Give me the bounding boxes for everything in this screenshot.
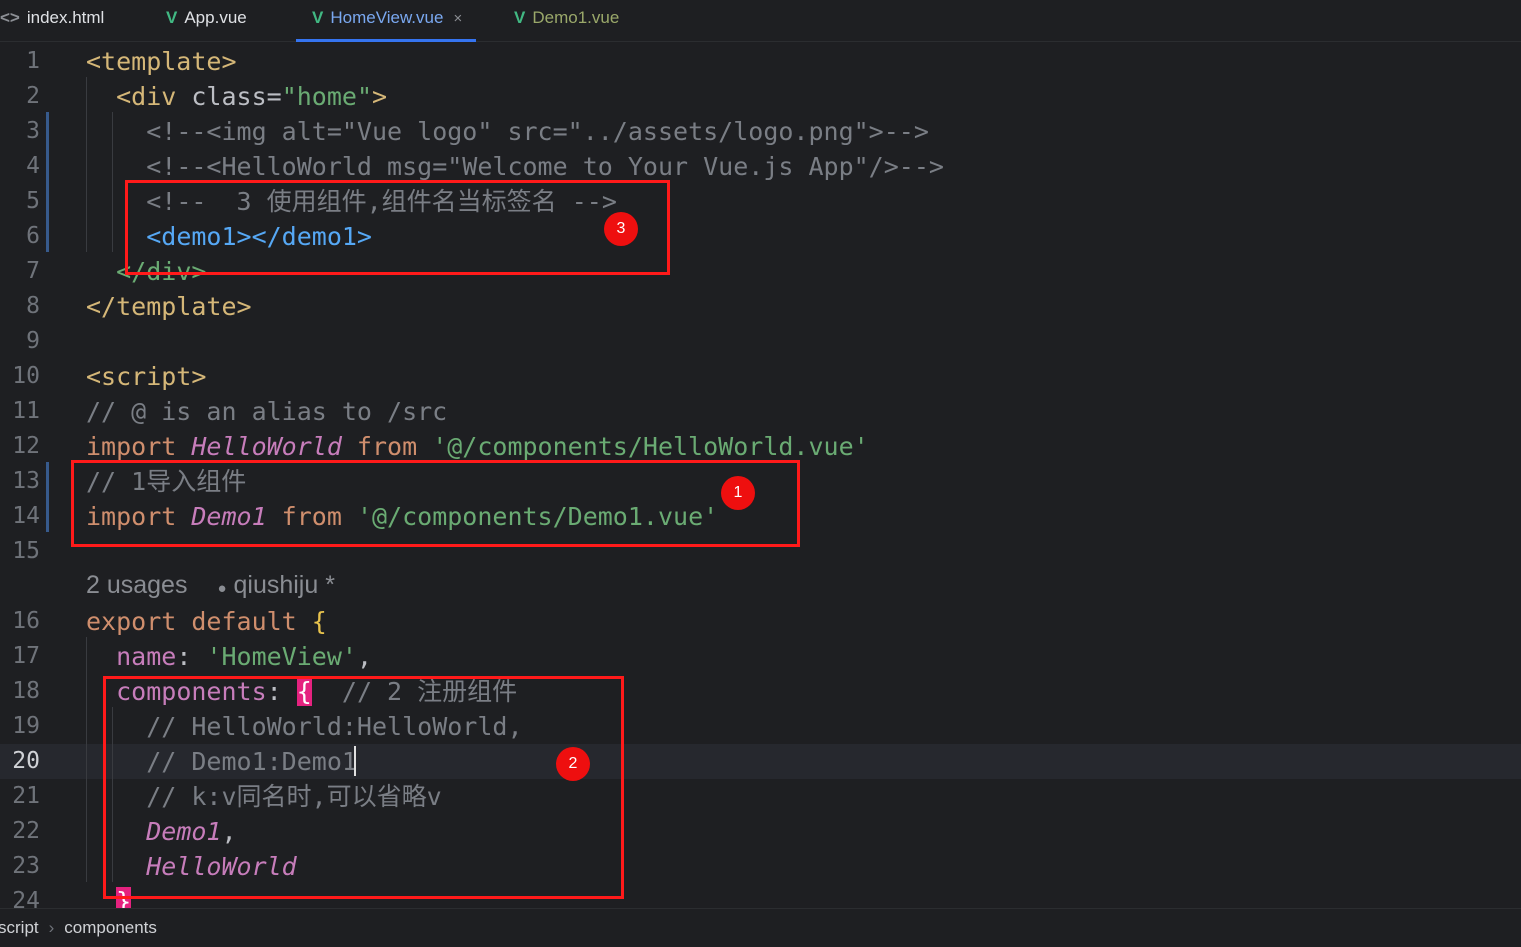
line-number: 14 bbox=[12, 503, 40, 529]
code-line: <div class="home"> bbox=[116, 82, 388, 111]
code-line: <!--<img alt="Vue logo" src="../assets/l… bbox=[146, 117, 929, 146]
code-vision-hint[interactable]: 2 usages ● qiushiju * bbox=[86, 568, 335, 603]
tab-demo1-vue[interactable]: V Demo1.vue bbox=[514, 0, 619, 39]
vue-file-icon: V bbox=[514, 8, 526, 27]
author-hint[interactable]: qiushiju * bbox=[233, 571, 334, 599]
code-line: import HelloWorld from '@/components/Hel… bbox=[86, 432, 869, 461]
annotation-box-1 bbox=[71, 460, 800, 547]
breadcrumb-item-script[interactable]: script bbox=[0, 918, 39, 937]
line-number: 13 bbox=[12, 468, 40, 494]
code-line: <template> bbox=[86, 47, 237, 76]
tab-label: App.vue bbox=[184, 8, 247, 27]
breadcrumb: script › components bbox=[0, 908, 1521, 947]
code-line: <!--<HelloWorld msg="Welcome to Your Vue… bbox=[146, 152, 944, 181]
line-number: 24 bbox=[12, 888, 40, 908]
line-number: 10 bbox=[12, 363, 40, 389]
line-number: 11 bbox=[12, 398, 40, 424]
line-number: 23 bbox=[12, 853, 40, 879]
vcs-change-marker bbox=[46, 462, 49, 532]
editor-tab-bar: <> index.html V App.vue V HomeView.vue × V De… bbox=[0, 0, 1521, 42]
line-number: 19 bbox=[12, 713, 40, 739]
code-line: // @ is an alias to /src bbox=[86, 397, 448, 426]
code-line: name: 'HomeView', bbox=[116, 642, 373, 671]
tab-homeview-vue[interactable]: V HomeView.vue × bbox=[296, 0, 477, 42]
line-number: 18 bbox=[12, 678, 40, 704]
tab-app-vue[interactable]: V App.vue bbox=[166, 0, 247, 39]
line-number: 16 bbox=[12, 608, 40, 634]
line-number: 22 bbox=[12, 818, 40, 844]
line-number: 5 bbox=[26, 188, 40, 214]
code-line: export default { bbox=[86, 607, 327, 636]
annotation-badge-1: 1 bbox=[721, 476, 755, 510]
line-number: 8 bbox=[26, 293, 40, 319]
vue-file-icon: V bbox=[166, 8, 178, 27]
chevron-right-icon: › bbox=[48, 918, 55, 937]
line-number: 21 bbox=[12, 783, 40, 809]
line-number-current: 20 bbox=[12, 748, 40, 774]
line-number: 12 bbox=[12, 433, 40, 459]
code-line: <script> bbox=[86, 362, 207, 391]
breadcrumb-item-components[interactable]: components bbox=[64, 918, 157, 937]
line-number: 1 bbox=[26, 48, 40, 74]
annotation-badge-2: 2 bbox=[556, 747, 590, 781]
line-number: 7 bbox=[26, 258, 40, 284]
line-number: 9 bbox=[26, 328, 40, 354]
annotation-badge-3: 3 bbox=[604, 212, 638, 246]
user-icon: ● bbox=[217, 580, 227, 597]
line-number: 17 bbox=[12, 643, 40, 669]
usages-hint[interactable]: 2 usages bbox=[86, 571, 187, 599]
html-file-icon: <> bbox=[0, 8, 20, 27]
tab-label: HomeView.vue bbox=[330, 8, 444, 27]
tab-label: index.html bbox=[26, 8, 105, 27]
vue-file-icon: V bbox=[312, 8, 324, 27]
line-number: 6 bbox=[26, 223, 40, 249]
annotation-box-3 bbox=[125, 180, 670, 275]
tab-label: Demo1.vue bbox=[532, 8, 620, 27]
code-editor[interactable]: 1 2 3 4 5 6 7 8 9 10 11 12 13 14 15 16 1… bbox=[0, 42, 1521, 908]
vcs-change-marker bbox=[46, 112, 49, 252]
tab-index-html[interactable]: <> index.html bbox=[0, 0, 104, 39]
line-number: 3 bbox=[26, 118, 40, 144]
annotation-box-2 bbox=[103, 676, 624, 899]
line-number: 2 bbox=[26, 83, 40, 109]
code-line: </template> bbox=[86, 292, 252, 321]
close-icon[interactable]: × bbox=[453, 10, 462, 27]
line-number: 15 bbox=[12, 538, 40, 564]
line-number: 4 bbox=[26, 153, 40, 179]
